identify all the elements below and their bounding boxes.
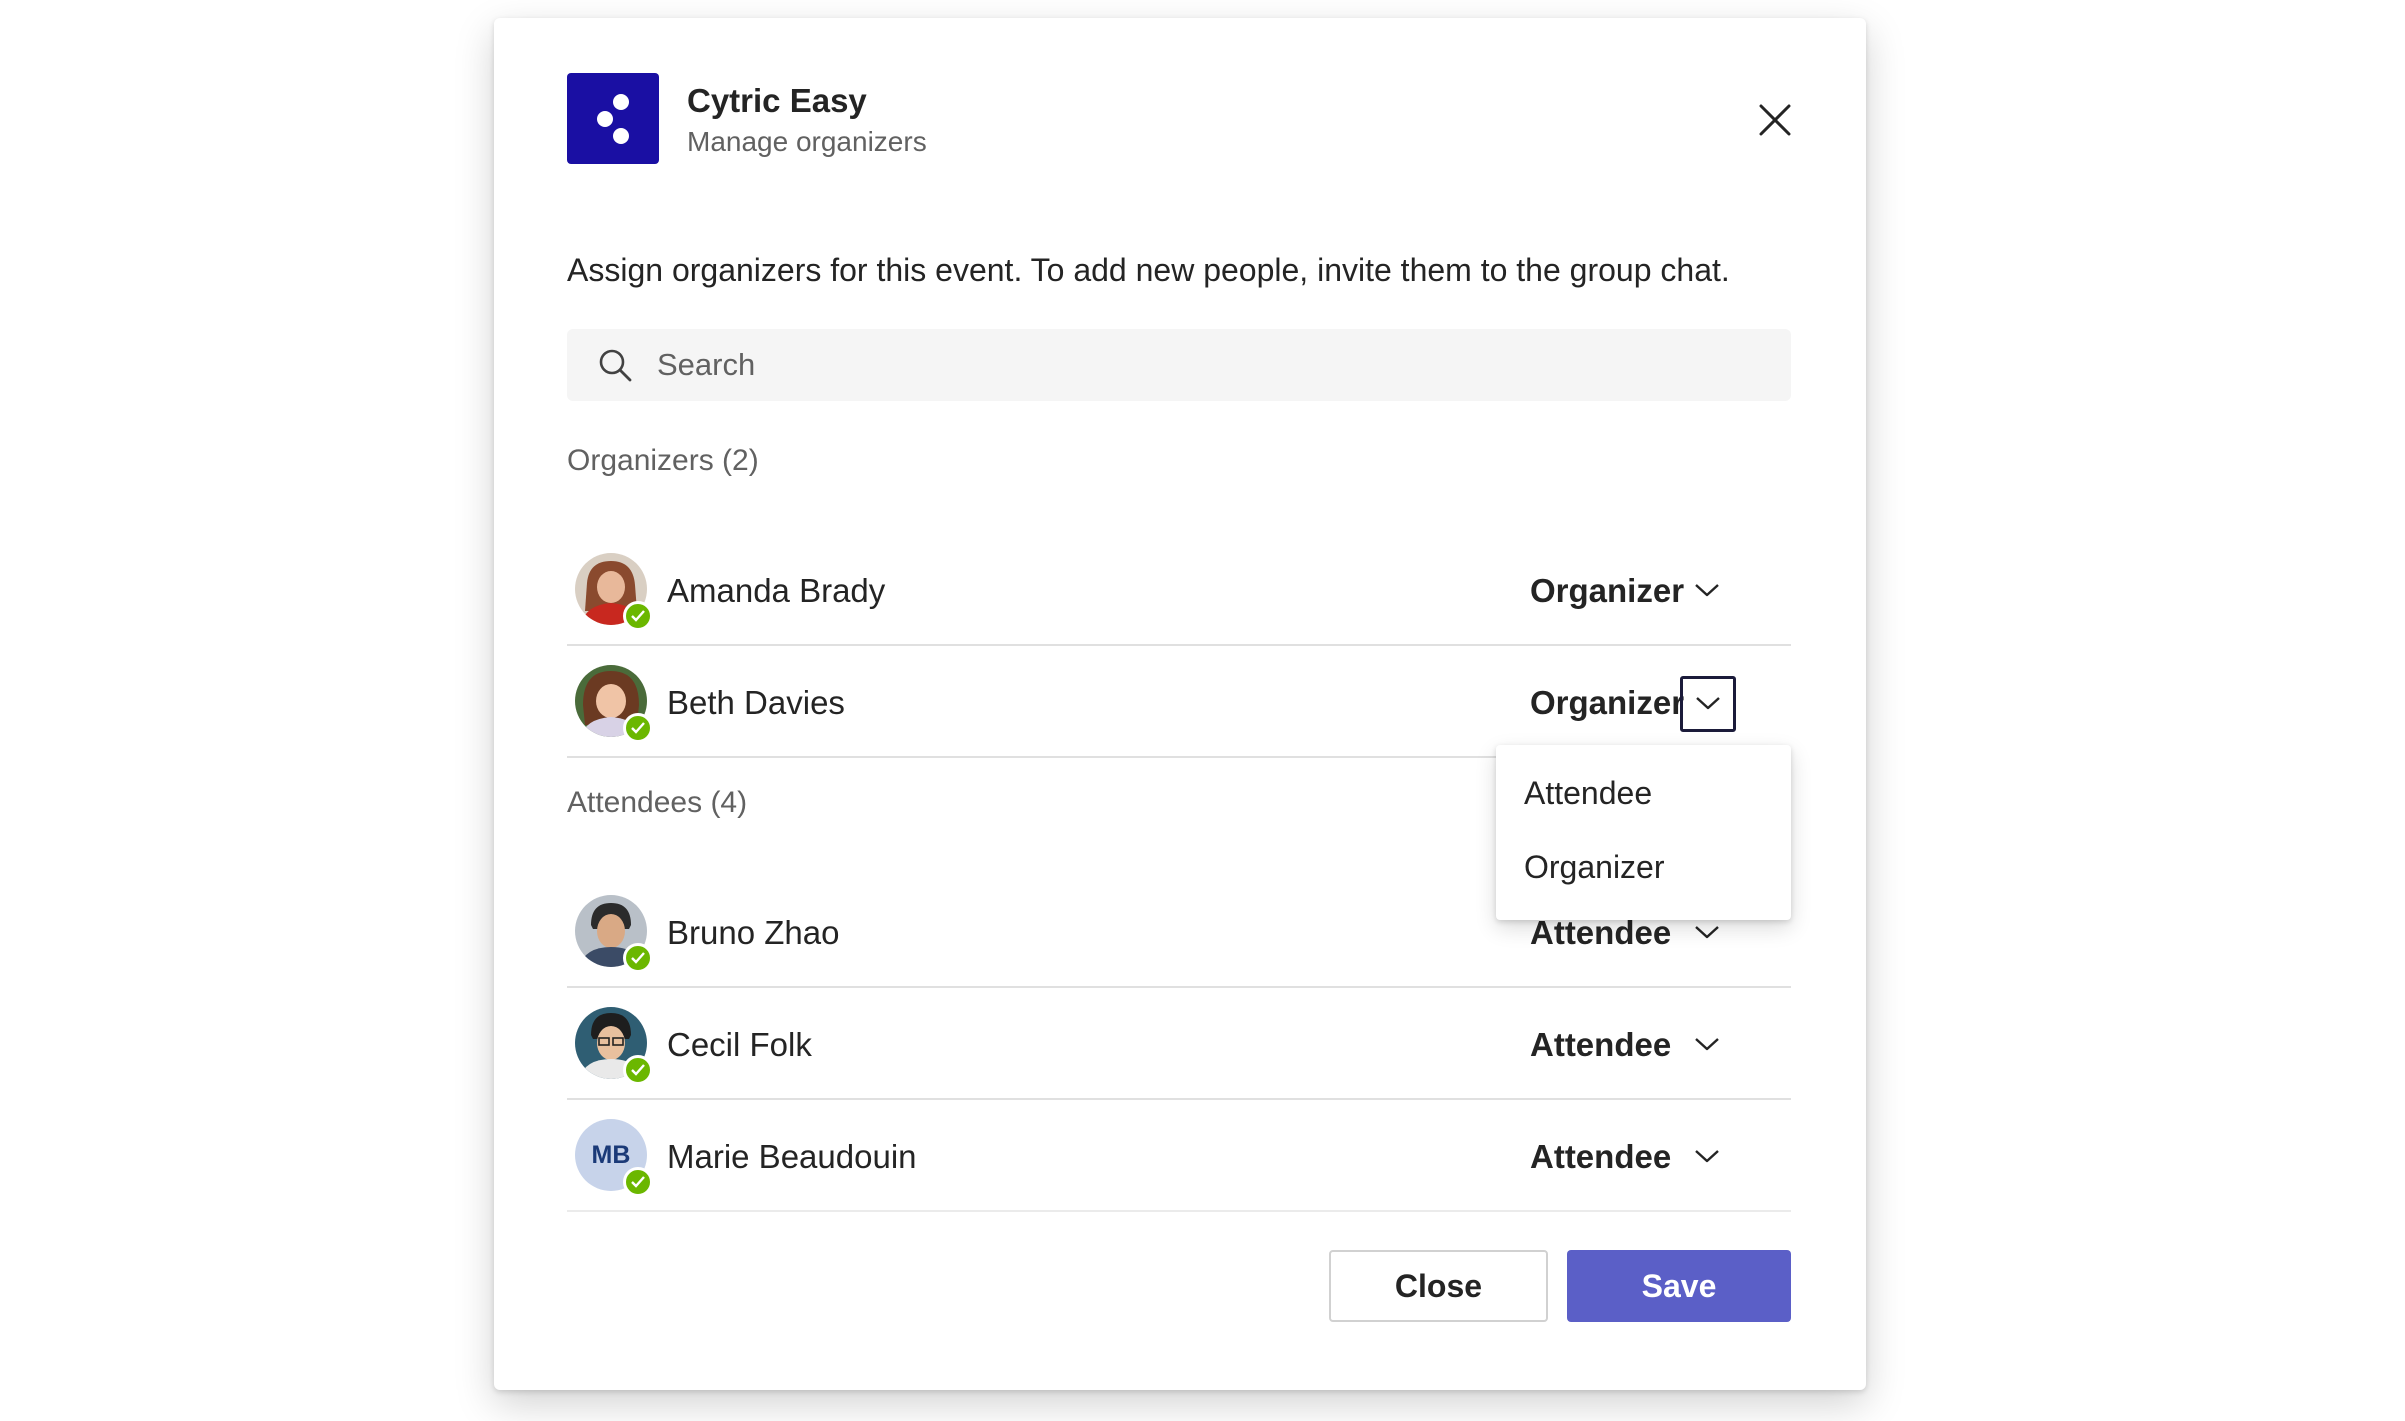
menu-item-organizer[interactable]: Organizer — [1496, 832, 1791, 902]
organizers-section-label: Organizers (2) — [567, 444, 759, 477]
role-dropdown-button[interactable] — [1680, 564, 1736, 620]
search-icon — [597, 347, 633, 383]
list-item: MB Marie Beaudouin Attendee — [567, 1102, 1791, 1212]
avatar — [575, 895, 653, 973]
cytric-logo-icon — [567, 73, 659, 164]
avatar — [575, 553, 653, 631]
role-value: Attendee — [1530, 1138, 1672, 1175]
role-dropdown-menu: Attendee Organizer — [1496, 745, 1791, 920]
role-value: Attendee — [1530, 1026, 1672, 1063]
presence-available-icon — [623, 713, 653, 743]
manage-organizers-dialog: Cytric Easy Manage organizers Assign org… — [494, 18, 1866, 1390]
list-item: Beth Davies Organizer — [567, 648, 1791, 758]
chevron-down-icon — [1695, 1150, 1719, 1163]
presence-available-icon — [623, 943, 653, 973]
search-input[interactable] — [657, 329, 1757, 401]
avatar: MB — [575, 1119, 653, 1197]
close-icon[interactable] — [1757, 102, 1793, 138]
chevron-down-icon — [1696, 697, 1720, 710]
chevron-down-icon — [1695, 584, 1719, 597]
presence-available-icon — [623, 1167, 653, 1197]
person-name: Bruno Zhao — [667, 914, 840, 951]
list-item: Cecil Folk Attendee — [567, 990, 1791, 1100]
attendees-section-label: Attendees (4) — [567, 786, 748, 819]
role-dropdown-button[interactable] — [1680, 1018, 1736, 1074]
role-dropdown-button[interactable] — [1680, 1130, 1736, 1186]
person-name: Amanda Brady — [667, 572, 886, 609]
dialog-subtitle: Manage organizers — [687, 126, 927, 157]
person-name: Cecil Folk — [667, 1026, 812, 1063]
avatar — [575, 1007, 653, 1085]
search-box[interactable] — [567, 329, 1791, 401]
person-name: Marie Beaudouin — [667, 1138, 917, 1175]
app-name: Cytric Easy — [687, 82, 867, 119]
avatar — [575, 665, 653, 743]
list-item: Amanda Brady Organizer — [567, 536, 1791, 646]
chevron-down-icon — [1695, 926, 1719, 939]
role-dropdown-button[interactable] — [1680, 676, 1736, 732]
presence-available-icon — [623, 601, 653, 631]
save-button[interactable]: Save — [1567, 1250, 1791, 1322]
chevron-down-icon — [1695, 1038, 1719, 1051]
menu-item-attendee[interactable]: Attendee — [1496, 758, 1791, 828]
role-value: Organizer — [1530, 572, 1685, 609]
close-button[interactable]: Close — [1329, 1250, 1548, 1322]
person-name: Beth Davies — [667, 684, 845, 721]
dialog-description: Assign organizers for this event. To add… — [567, 252, 1730, 288]
role-value: Organizer — [1530, 684, 1685, 721]
presence-available-icon — [623, 1055, 653, 1085]
